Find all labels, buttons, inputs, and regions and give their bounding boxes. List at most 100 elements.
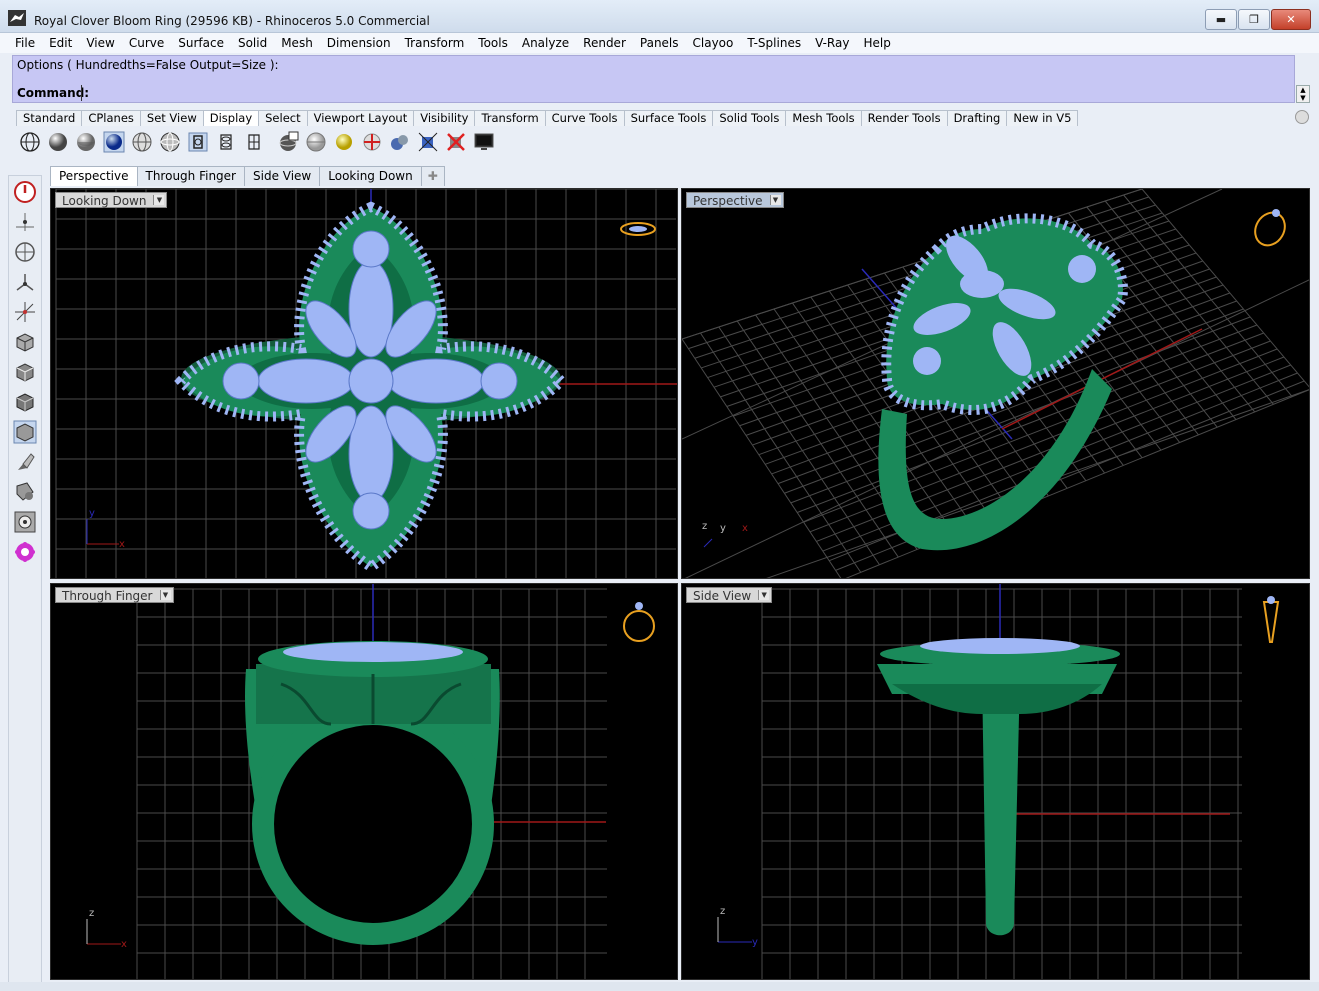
through-finger-scene: z x (86, 584, 655, 979)
menu-render[interactable]: Render (576, 36, 633, 50)
menu-tools[interactable]: Tools (471, 36, 515, 50)
tab-display[interactable]: Display (202, 110, 260, 126)
tab-new-in-v5[interactable]: New in V5 (1006, 110, 1079, 126)
tab-visibility[interactable]: Visibility (413, 110, 476, 126)
viewport-tabs: Perspective Through Finger Side View Loo… (50, 166, 445, 186)
viewport-title-side-view[interactable]: Side View ▼ (686, 587, 773, 603)
tab-curve-tools[interactable]: Curve Tools (544, 110, 625, 126)
transform-icon[interactable] (11, 298, 39, 326)
brush-icon[interactable] (11, 448, 39, 476)
menu-mesh[interactable]: Mesh (274, 36, 320, 50)
command-input[interactable] (81, 85, 1281, 101)
rendered-icon[interactable] (72, 129, 100, 155)
menu-help[interactable]: Help (856, 36, 897, 50)
menu-vray[interactable]: V-Ray (808, 36, 856, 50)
tab-viewport-layout[interactable]: Viewport Layout (306, 110, 415, 126)
viewport-tab-looking-down[interactable]: Looking Down (319, 166, 422, 186)
artistic-icon[interactable] (212, 129, 240, 155)
viewport-perspective[interactable]: z y x Perspective ▼ (681, 188, 1310, 579)
minimize-button[interactable]: ▬ (1205, 9, 1237, 30)
tab-solid-tools[interactable]: Solid Tools (712, 110, 787, 126)
pen-icon[interactable] (240, 129, 268, 155)
menu-clayoo[interactable]: Clayoo (686, 36, 741, 50)
render-icon[interactable] (11, 478, 39, 506)
add-viewport-tab-button[interactable]: ✚ (420, 166, 445, 186)
menu-edit[interactable]: Edit (42, 36, 79, 50)
menu-analyze[interactable]: Analyze (515, 36, 576, 50)
point-icon[interactable] (11, 208, 39, 236)
box-shaded-icon[interactable] (11, 418, 39, 446)
viewport-tab-side-view[interactable]: Side View (244, 166, 321, 186)
dropdown-arrow-icon[interactable]: ▼ (769, 195, 781, 205)
render-mesh-icon[interactable] (386, 129, 414, 155)
xray-icon[interactable] (156, 129, 184, 155)
menu-dimension[interactable]: Dimension (320, 36, 398, 50)
shaded-icon[interactable] (44, 129, 72, 155)
viewport-tab-through-finger[interactable]: Through Finger (136, 166, 245, 186)
snap-icon[interactable] (11, 508, 39, 536)
viewport-title-perspective[interactable]: Perspective ▼ (686, 192, 784, 208)
menu-panels[interactable]: Panels (633, 36, 686, 50)
box-faces-icon[interactable] (11, 388, 39, 416)
network-icon[interactable] (11, 268, 39, 296)
render-sphere-icon[interactable] (100, 129, 128, 155)
ring-perspective-view (878, 213, 1128, 551)
perspective-scene: z y x (682, 189, 1309, 578)
ring-front-view (245, 641, 500, 945)
rhino-app-icon[interactable] (8, 10, 26, 26)
tab-render-tools[interactable]: Render Tools (860, 110, 948, 126)
tab-standard[interactable]: Standard (16, 110, 83, 126)
object-clip-icon[interactable] (442, 129, 470, 155)
full-screen-icon[interactable] (470, 129, 498, 155)
axis-label-y: y (89, 508, 95, 519)
menu-curve[interactable]: Curve (122, 36, 171, 50)
menu-view[interactable]: View (79, 36, 121, 50)
tab-surface-tools[interactable]: Surface Tools (623, 110, 714, 126)
axis-label-x: x (119, 539, 125, 550)
circle-icon[interactable] (11, 238, 39, 266)
viewport-looking-down[interactable]: y x Looking Down ▼ (50, 188, 678, 579)
dropdown-arrow-icon[interactable]: ▼ (159, 590, 171, 600)
viewport-title-through-finger[interactable]: Through Finger ▼ (55, 587, 174, 603)
record-history-icon[interactable] (11, 178, 39, 206)
wireframe-icon[interactable] (16, 129, 44, 155)
axis-label-z: z (89, 908, 94, 919)
section-icon[interactable] (358, 129, 386, 155)
tab-cplanes[interactable]: CPlanes (81, 110, 141, 126)
plugin-icon[interactable] (11, 538, 39, 566)
menu-file[interactable]: File (8, 36, 42, 50)
viewport-tab-perspective[interactable]: Perspective (50, 166, 138, 186)
menu-solid[interactable]: Solid (231, 36, 274, 50)
menu-transform[interactable]: Transform (398, 36, 472, 50)
sun-icon[interactable] (302, 129, 330, 155)
viewport-side-view[interactable]: z y Side View ▼ (681, 583, 1310, 980)
axis-label-y: y (720, 523, 726, 534)
viewport-title-looking-down[interactable]: Looking Down ▼ (55, 192, 168, 208)
ghosted-icon[interactable] (128, 129, 156, 155)
looking-down-scene: y x (55, 189, 677, 578)
close-button[interactable]: ✕ (1271, 9, 1311, 30)
tab-transform[interactable]: Transform (474, 110, 546, 126)
command-scroll-button[interactable]: ▲ ▼ (1296, 85, 1310, 103)
technical-icon[interactable] (184, 129, 212, 155)
side-view-scene: z y (717, 584, 1280, 979)
box-edges-icon[interactable] (11, 358, 39, 386)
close-icon: ✕ (1286, 13, 1296, 26)
box-icon[interactable] (11, 328, 39, 356)
viewport-name: Through Finger (62, 589, 153, 603)
clipping-icon[interactable] (414, 129, 442, 155)
gumball-icon[interactable] (330, 129, 358, 155)
tab-select[interactable]: Select (258, 110, 308, 126)
display-options-icon[interactable] (274, 129, 302, 155)
tab-mesh-tools[interactable]: Mesh Tools (785, 110, 862, 126)
maximize-button[interactable]: ❐ (1238, 9, 1270, 30)
dropdown-arrow-icon[interactable]: ▼ (758, 590, 770, 600)
viewport-through-finger[interactable]: z x Through Finger ▼ (50, 583, 678, 980)
tab-set-view[interactable]: Set View (139, 110, 204, 126)
toolbar-gear-icon[interactable] (1295, 110, 1309, 124)
menu-tsplines[interactable]: T-Splines (740, 36, 808, 50)
tab-drafting[interactable]: Drafting (946, 110, 1008, 126)
menu-bar: File Edit View Curve Surface Solid Mesh … (0, 33, 1319, 53)
menu-surface[interactable]: Surface (171, 36, 231, 50)
dropdown-arrow-icon[interactable]: ▼ (153, 195, 165, 205)
